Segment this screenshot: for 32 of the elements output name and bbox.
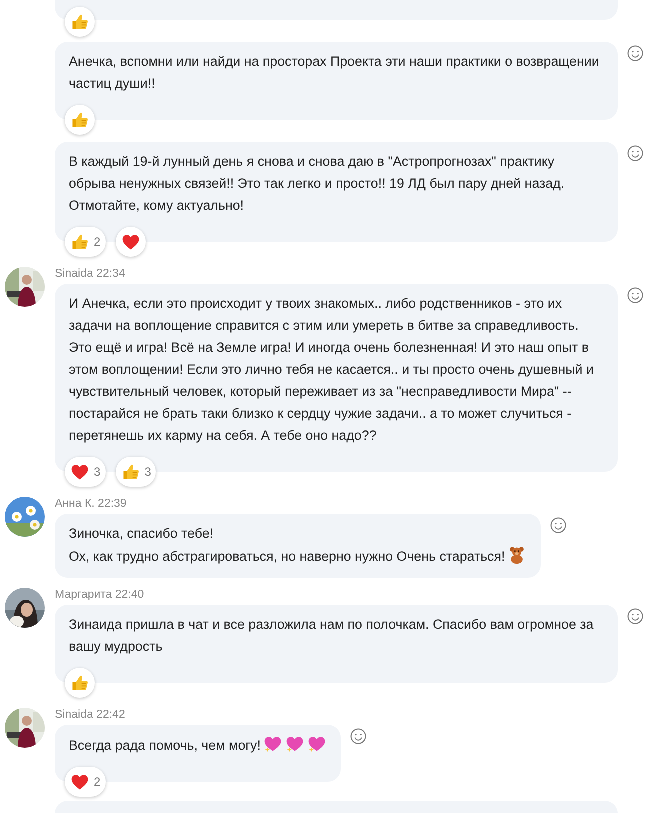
message-text: В каждый 19-й лунный день я снова и снова даю в "Астропрогнозах" практику обрыва ненужных связей!! Это так легко и просто!! 19 ЛД был пару дней назад. Отмотайте, кому актуально! <box>69 154 565 213</box>
reaction-button[interactable]: 2 <box>65 767 106 797</box>
add-reaction-icon[interactable] <box>550 517 568 534</box>
reaction-button[interactable] <box>116 227 146 257</box>
heart-icon <box>70 462 90 482</box>
thumbs-up-icon <box>70 232 90 252</box>
thumbs-up-icon <box>70 110 90 130</box>
reaction-button[interactable]: 3 <box>65 457 106 487</box>
thumbs-up-icon <box>70 673 90 693</box>
author-and-time: Маргарита 22:40 <box>55 588 146 602</box>
add-reaction-icon[interactable] <box>627 287 644 304</box>
reaction-button[interactable]: 3 <box>116 457 156 487</box>
message-text: Зинаида пришла в чат и все разложила нам по полочкам. Спасибо вам огромное за вашу мудрость <box>69 617 594 654</box>
thumbs-up-icon <box>70 12 90 32</box>
message-text: И Анечка, если это происходит у твоих знакомых.. либо родственников - это их задачи на воплощение справится с этим или умереть в битве за справедливость. Это ещё и игра! Всё на Земле игра! И иногда очень болезненная! И это наш опыт в этом воплощении! Если это лично тебя не касается.. и ты просто очень душевный и чувствительный человек, который переживает из за "несправедливости Мира" -- постарайся не брать таки близко к сердцу чужие задачи.. а то может случиться - перетянешь их карму на себя. А тебе оно надо?? <box>69 296 594 443</box>
author-and-time: Sinaida 22:34 <box>55 267 126 281</box>
message-text: Всегда рада помочь, чем могу! <box>69 738 261 753</box>
message-text: Зиночка, спасибо тебе! Ох, как трудно абстрагироваться, но наверно нужно Очень стараться! <box>69 526 506 564</box>
sparkle-heart-icon <box>284 734 305 754</box>
add-reaction-icon[interactable] <box>627 45 644 62</box>
heart-icon <box>120 232 141 252</box>
add-reaction-icon[interactable] <box>627 608 644 625</box>
message-text: Анечка, вспомни или найди на просторах Проекта эти наши практики о возвращении частиц души!! <box>69 54 600 91</box>
author-and-time: Sinaida 22:42 <box>55 708 126 722</box>
sparkle-heart-icon <box>306 734 327 754</box>
add-reaction-icon[interactable] <box>627 145 644 162</box>
reaction-button[interactable]: 2 <box>65 227 106 257</box>
heart-icon <box>70 772 90 792</box>
author-and-time: Анна К. 22:39 <box>55 497 128 511</box>
thumbs-up-icon <box>120 462 141 482</box>
sparkle-heart-icon <box>262 734 283 754</box>
add-reaction-icon[interactable] <box>350 728 367 745</box>
